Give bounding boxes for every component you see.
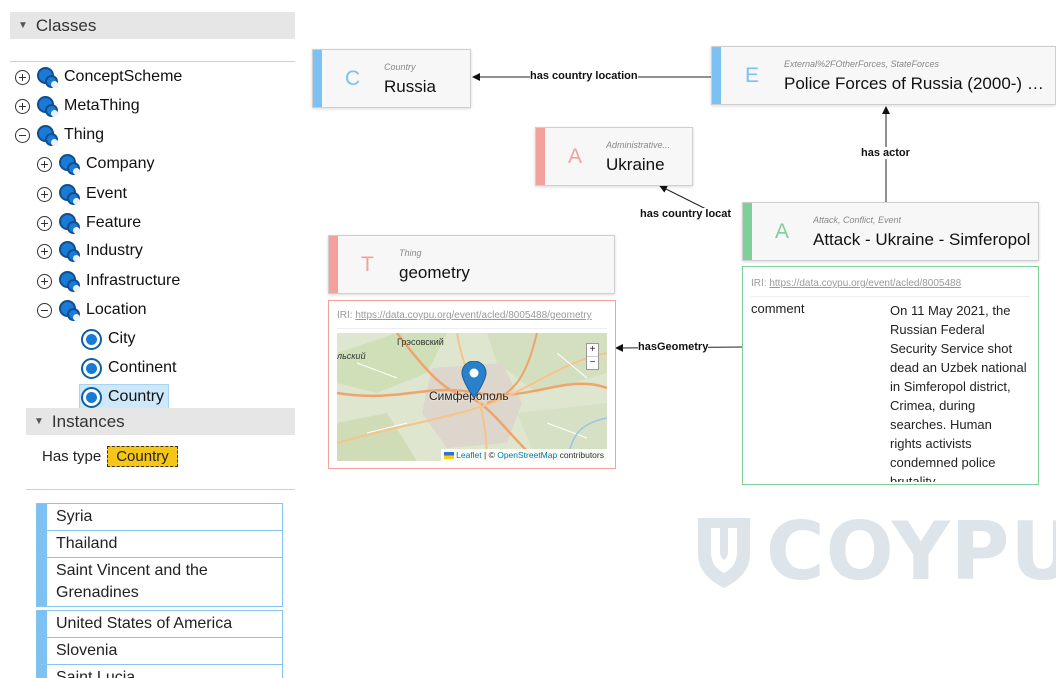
- divider: [751, 296, 1030, 297]
- ukraine-flag-icon: [444, 452, 455, 460]
- map-attribution: Leaflet | © OpenStreetMap contributors: [441, 449, 607, 461]
- coypu-watermark: COYPU: [694, 512, 1056, 592]
- node-type-stripe: [712, 47, 721, 104]
- node-type-letter: A: [568, 144, 583, 168]
- leaflet-link[interactable]: Leaflet: [456, 450, 482, 460]
- iri-line: IRI: https://data.coypu.org/event/acled/…: [337, 310, 609, 321]
- node-types: External%2FOtherForces, StateForces: [784, 59, 940, 69]
- node-type-letter: A: [775, 219, 790, 243]
- iri-link[interactable]: https://data.coypu.org/event/acled/80054…: [769, 278, 961, 289]
- node-label: geometry: [399, 263, 470, 282]
- node-type-stripe: [536, 128, 545, 185]
- zoom-in-button[interactable]: +: [587, 344, 598, 357]
- comment-value: On 11 May 2021, the Russian Federal Secu…: [890, 303, 1027, 482]
- node-type-stripe: [313, 50, 322, 107]
- node-label: Russia: [384, 77, 436, 96]
- comment-key: comment: [751, 301, 805, 316]
- node-label: Ukraine: [606, 155, 665, 174]
- node-type-letter: C: [345, 66, 361, 90]
- node-russia[interactable]: C Country Russia: [312, 49, 471, 108]
- attribution-separator: | ©: [481, 450, 498, 460]
- node-ukraine[interactable]: A Administrative... Ukraine: [535, 127, 693, 186]
- node-types: Administrative...: [606, 140, 671, 150]
- edge-label-has-country-location-2[interactable]: has country locat: [640, 208, 741, 220]
- node-type-letter: T: [361, 252, 374, 276]
- geometry-map[interactable]: Грэсовский льский Симферополь + − Leafle…: [337, 333, 607, 461]
- watermark-text: COYPU: [766, 505, 1056, 598]
- node-type-stripe: [743, 203, 752, 260]
- divider: [337, 328, 607, 329]
- zoom-out-button[interactable]: −: [587, 357, 598, 369]
- node-police-forces[interactable]: E External%2FOtherForces, StateForces Po…: [711, 46, 1056, 105]
- node-type-letter: E: [745, 63, 760, 87]
- node-type-stripe: [329, 236, 338, 293]
- node-types: Country: [384, 62, 416, 72]
- node-label: Police Forces of Russia (2000-) F…: [784, 74, 1052, 93]
- attribution-tail: contributors: [557, 450, 604, 460]
- map-marker-icon[interactable]: [461, 361, 487, 399]
- node-attack[interactable]: A Attack, Conflict, Event Attack - Ukrai…: [742, 202, 1039, 261]
- node-types: Thing: [399, 248, 422, 258]
- edge-label-has-geometry[interactable]: hasGeometry: [638, 341, 709, 353]
- map-village-label: Грэсовский: [397, 337, 444, 347]
- iri-line: IRI: https://data.coypu.org/event/acled/…: [751, 278, 1031, 289]
- osm-link[interactable]: OpenStreetMap: [497, 450, 557, 460]
- iri-label: IRI:: [337, 310, 353, 321]
- map-area-label: льский: [337, 351, 366, 361]
- attack-comment-clip: comment On 11 May 2021, the Russian Fede…: [743, 301, 1038, 482]
- edge-label-has-country-location[interactable]: has country location: [530, 70, 638, 82]
- edge-label-has-actor[interactable]: has actor: [861, 147, 910, 159]
- node-types: Attack, Conflict, Event: [813, 215, 902, 225]
- node-label: Attack - Ukraine - Simferopol: [813, 230, 1031, 249]
- map-zoom-control: + −: [586, 343, 599, 370]
- iri-label: IRI:: [751, 278, 767, 289]
- iri-link[interactable]: https://data.coypu.org/event/acled/80054…: [355, 310, 591, 321]
- coypu-shield-icon: [698, 518, 750, 588]
- node-geometry[interactable]: T Thing geometry: [328, 235, 615, 294]
